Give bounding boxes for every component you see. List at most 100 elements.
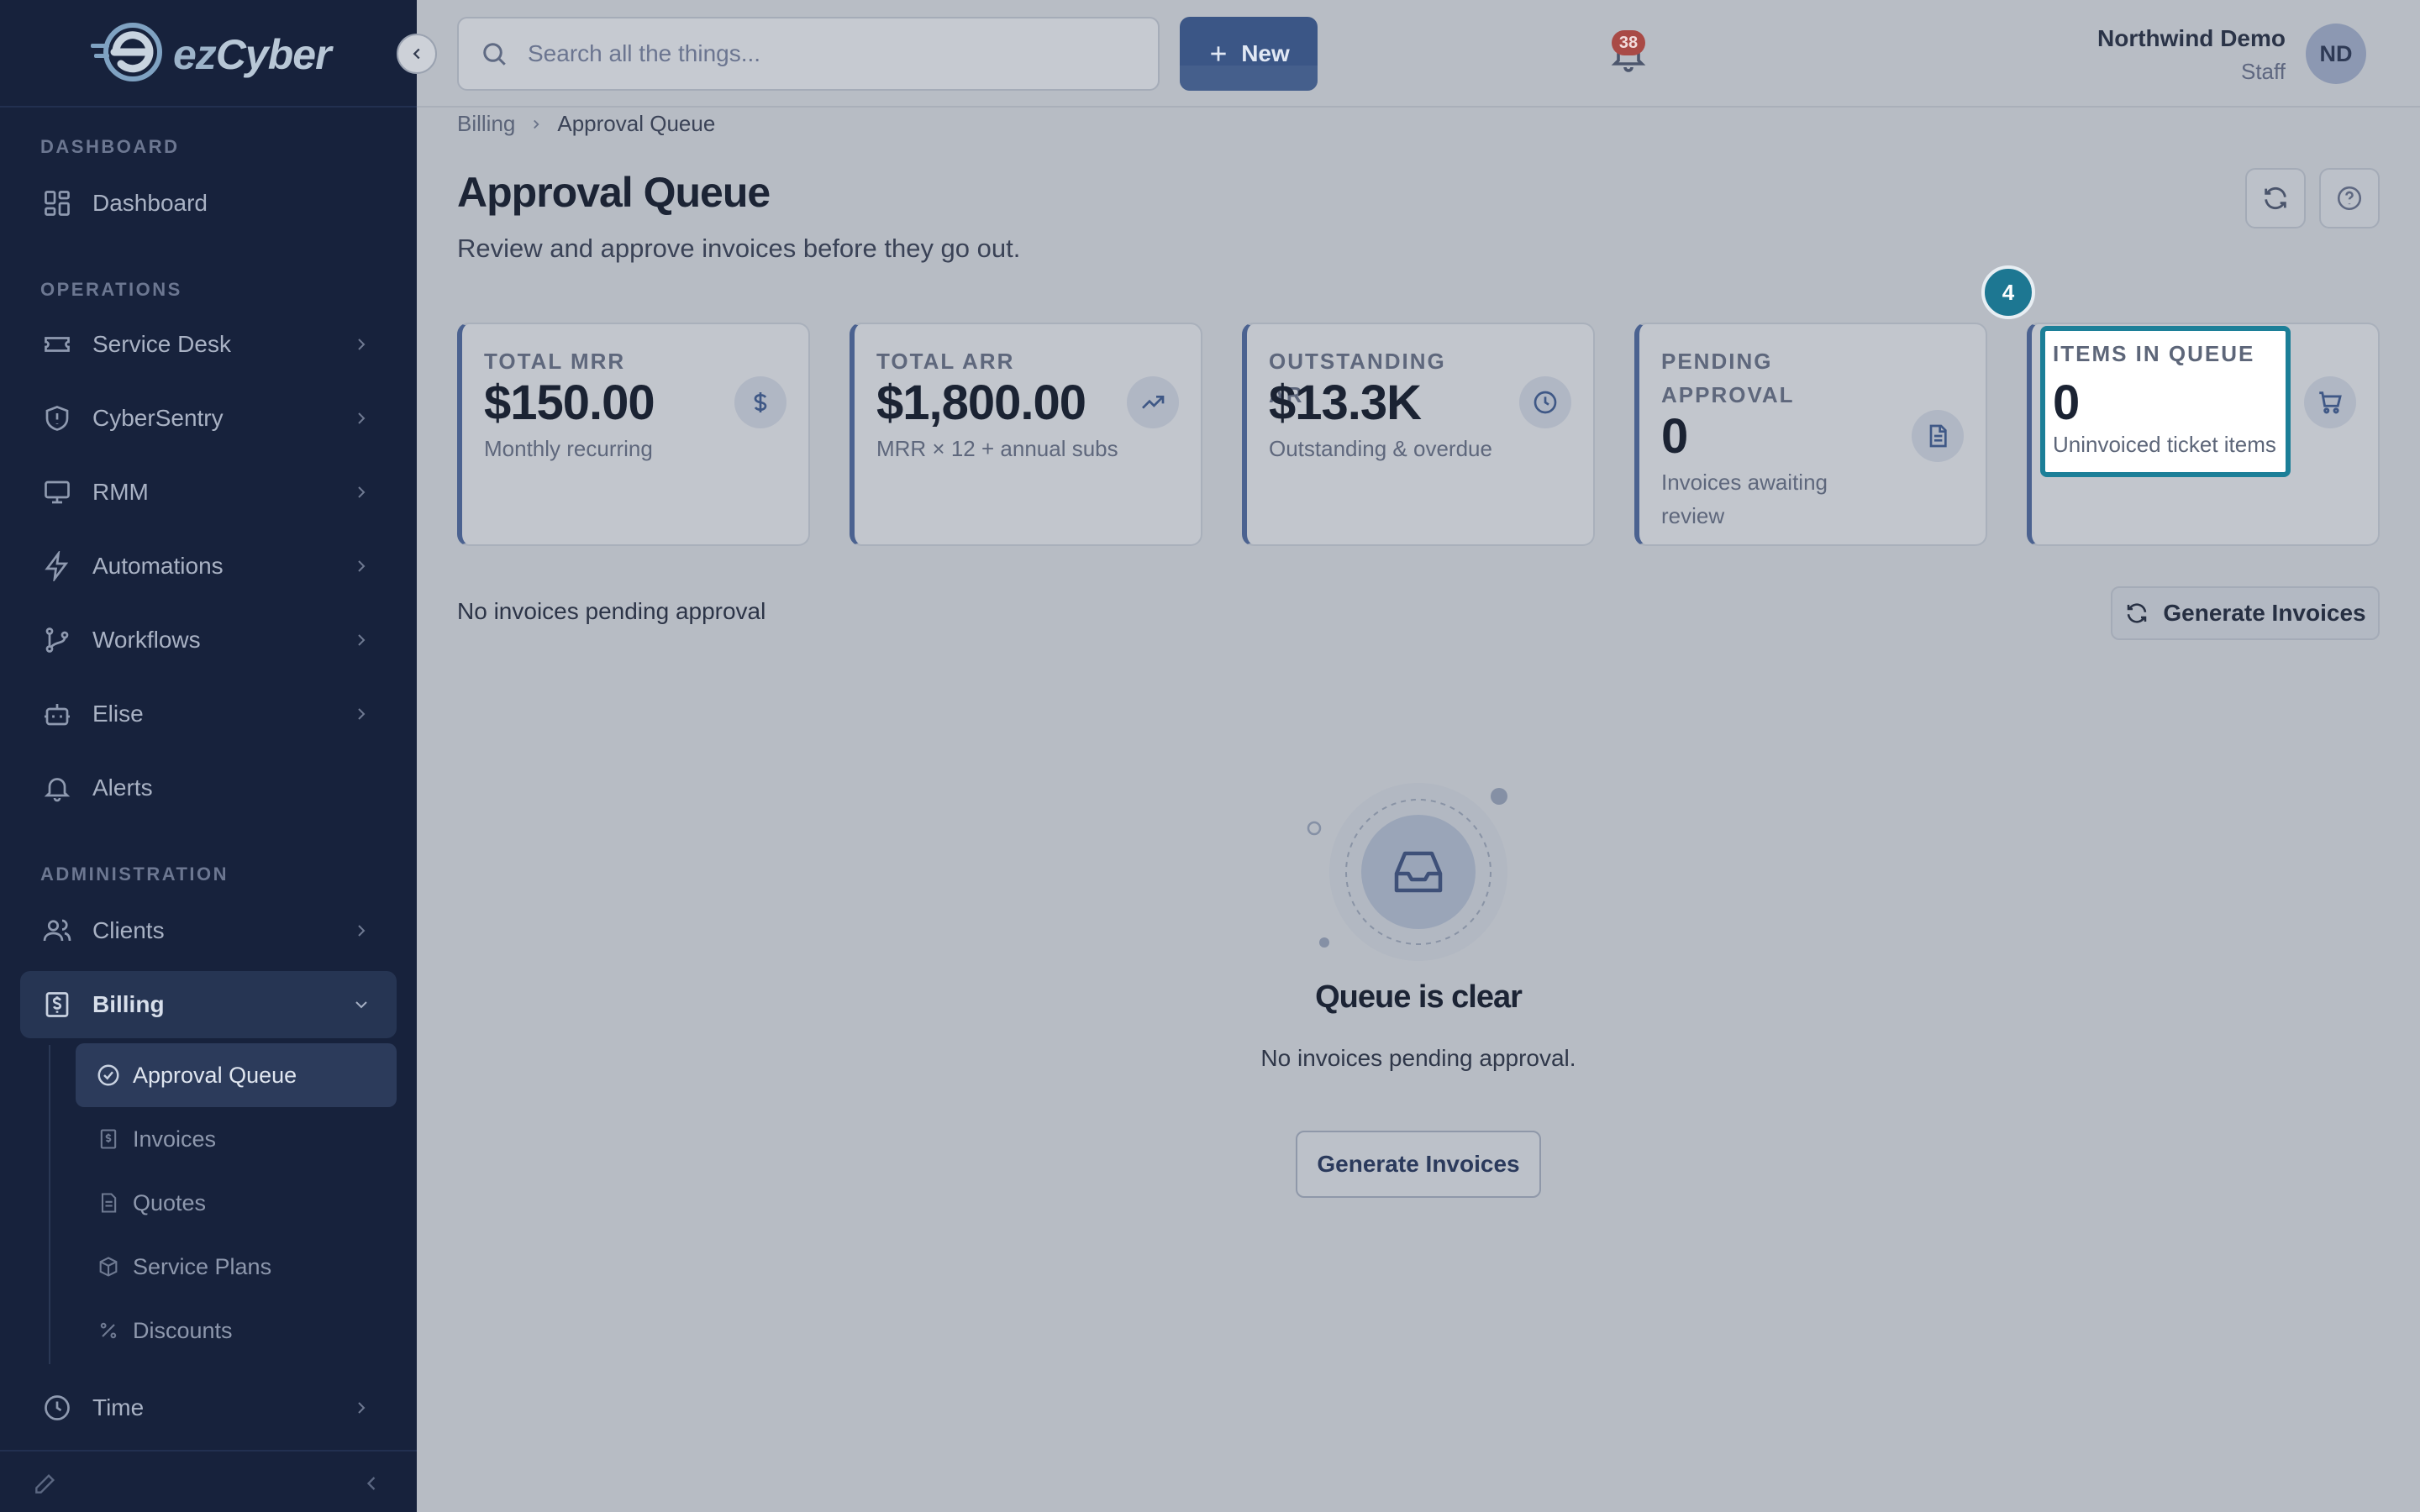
sidebar-subitem-label: Service Plans [133,1253,272,1279]
chevron-right-icon [358,634,366,646]
sidebar-item-label: Elise [92,701,144,727]
percent-icon [96,1318,121,1343]
shield-icon [39,400,76,437]
sidebar-item-label: RMM [92,479,149,505]
sidebar-item-label: Automations [92,553,224,579]
sidebar-subitem-quotes[interactable]: Quotes [76,1171,397,1235]
logo-text: ezCyber [173,30,332,79]
sidebar: ezCyber DASHBOARD Dashboard OPERATIONS S… [0,0,417,1512]
help-icon [2337,186,2362,211]
chevron-right-icon [534,119,539,129]
bolt-icon [39,548,76,585]
sidebar-item-cybersentry[interactable]: CyberSentry [20,385,397,452]
search-icon [483,43,506,66]
sidebar-footer [0,1450,417,1512]
stat-note: Monthly recurring [484,436,653,461]
logo-suffix: Cyber [215,31,332,78]
avatar[interactable]: ND [2306,24,2366,84]
stat-value: $1,800.00 [876,375,1086,430]
sidebar-item-alerts[interactable]: Alerts [20,754,397,822]
stat-value: $150.00 [484,375,655,430]
breadcrumb: Billing Approval Queue [457,111,715,137]
stat-card-total-arr: TOTAL ARR $1,800.00 MRR × 12 + annual su… [850,323,1202,546]
page-title: Approval Queue [457,169,771,216]
sidebar-subitem-label: Invoices [133,1126,217,1152]
empty-state-subtitle: No invoices pending approval. [1260,1045,1576,1071]
logo-mark-icon [91,23,162,81]
sidebar-item-label: Dashboard [92,190,208,216]
bot-icon [39,696,76,732]
sidebar-subitem-label: Quotes [133,1189,207,1215]
new-button[interactable]: New [1180,17,1318,91]
stat-label: TOTAL ARR [876,349,1015,374]
sidebar-item-automations[interactable]: Automations [20,533,397,600]
sidebar-item-label: Clients [92,917,165,943]
sidebar-item-label: CyberSentry [92,405,224,431]
queue-status-text: No invoices pending approval [457,598,766,624]
dollar-icon [734,376,786,428]
grid-icon [39,185,76,222]
section-administration: ADMINISTRATION [40,864,229,885]
sidebar-subitem-approval-queue[interactable]: Approval Queue [76,1043,397,1107]
refresh-button[interactable] [2245,168,2306,228]
inbox-empty-icon [1307,783,1507,961]
sidebar-item-clients[interactable]: Clients [20,897,397,964]
plus-icon [1211,46,1226,61]
stat-note: Outstanding & overdue [1269,436,1492,461]
git-branch-icon [39,622,76,659]
sidebar-subitem-discounts[interactable]: Discounts [76,1299,397,1362]
file-text-icon [1912,410,1964,462]
chevron-right-icon [358,560,366,572]
logo-prefix: ez [173,31,217,78]
user-role: Staff [2240,59,2286,84]
chevron-right-icon [358,708,366,720]
sidebar-subitem-service-plans[interactable]: Service Plans [76,1235,397,1299]
document-icon [96,1190,121,1215]
search-input[interactable] [528,40,1116,67]
edit-icon[interactable] [32,1470,59,1497]
stat-note: MRR × 12 + annual subs [876,436,1118,461]
chevron-right-icon [358,339,366,350]
breadcrumb-current: Approval Queue [557,111,716,136]
generate-invoices-button[interactable]: Generate Invoices [2111,586,2380,640]
sidebar-item-label: Workflows [92,627,201,653]
chevron-left-icon [413,48,420,60]
sidebar-subitem-invoices[interactable]: Invoices [76,1107,397,1171]
sidebar-item-time[interactable]: Time [20,1374,397,1441]
user-name[interactable]: Northwind Demo [2097,25,2286,52]
page-subtitle: Review and approve invoices before they … [457,234,1021,263]
empty-state-title: Queue is clear [1315,979,1523,1015]
sidebar-item-service-desk[interactable]: Service Desk [20,311,397,378]
sidebar-item-billing[interactable]: Billing [20,971,397,1038]
chevron-down-icon [355,1001,367,1009]
sidebar-item-rmm[interactable]: RMM [20,459,397,526]
help-button[interactable] [2319,168,2380,228]
breadcrumb-billing-link[interactable]: Billing [457,111,515,137]
sidebar-subitem-label: Approval Queue [133,1062,297,1088]
empty-generate-invoices-button[interactable]: Generate Invoices [1296,1131,1541,1198]
chevron-right-icon [358,486,366,498]
search-bar[interactable] [457,17,1160,91]
stat-label: ITEMS IN QUEUE [2053,341,2255,366]
sidebar-item-workflows[interactable]: Workflows [20,606,397,674]
sidebar-collapse-button[interactable] [397,34,437,74]
chevron-right-icon [358,412,366,424]
sidebar-item-dashboard[interactable]: Dashboard [20,170,397,237]
chevron-right-icon [358,925,366,937]
sidebar-subitem-label: Discounts [133,1317,233,1343]
sidebar-item-elise[interactable]: Elise [20,680,397,748]
stat-card-outstanding-ar: OUTSTANDING AR $13.3K Outstanding & over… [1242,323,1595,546]
new-button-label: New [1241,40,1290,66]
users-icon [39,912,76,949]
monitor-icon [39,474,76,511]
generate-invoices-label: Generate Invoices [2163,600,2366,626]
package-icon [96,1254,121,1279]
trending-up-icon [1127,376,1179,428]
stat-value: $13.3K [1269,375,1422,430]
collapse-sidebar-icon[interactable] [360,1472,383,1495]
stat-note: Invoices awaiting review [1661,470,1828,528]
cart-icon [2304,376,2356,428]
topbar: New [417,0,2420,108]
logo[interactable]: ezCyber [0,0,417,108]
section-operations: OPERATIONS [40,279,182,300]
